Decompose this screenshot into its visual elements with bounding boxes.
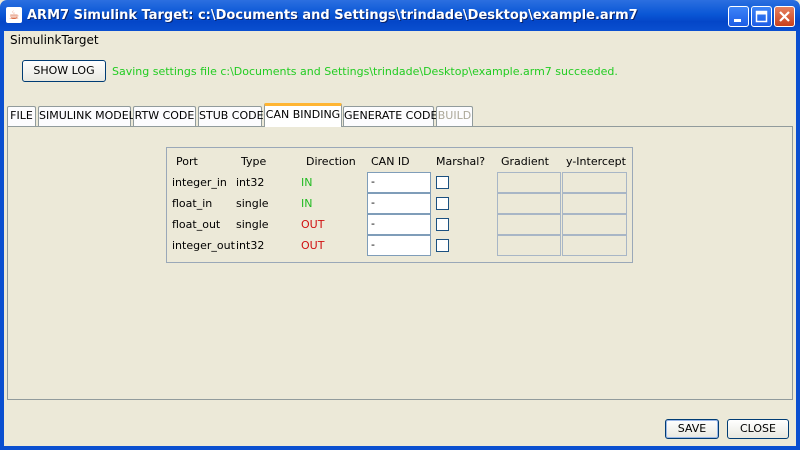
port-direction: OUT [301, 239, 325, 252]
marshal-checkbox[interactable] [436, 239, 449, 252]
y-intercept-field [562, 235, 627, 256]
y-intercept-field [562, 214, 627, 235]
tab-file[interactable]: FILE [7, 106, 36, 126]
tab-stub-code[interactable]: STUB CODE [198, 106, 264, 126]
can-id-field[interactable]: - [367, 172, 431, 193]
java-cup-icon[interactable]: ☕ [6, 7, 22, 23]
port-type: int32 [236, 176, 265, 189]
header-gradient: Gradient [501, 155, 549, 168]
save-button[interactable]: SAVE [665, 419, 719, 439]
marshal-checkbox[interactable] [436, 176, 449, 189]
y-intercept-field [562, 172, 627, 193]
marshal-checkbox[interactable] [436, 218, 449, 231]
header-direction: Direction [306, 155, 356, 168]
can-id-field[interactable]: - [367, 235, 431, 256]
can-id-field[interactable]: - [367, 214, 431, 235]
header-y-intercept: y-Intercept [566, 155, 626, 168]
port-name: float_out [172, 218, 221, 231]
header-type: Type [241, 155, 267, 168]
close-icon [779, 11, 790, 22]
port-type: single [236, 218, 269, 231]
port-type: int32 [236, 239, 265, 252]
maximize-icon [755, 10, 768, 23]
close-window-button[interactable] [774, 6, 795, 27]
port-direction: IN [301, 197, 313, 210]
menu-simulinktarget[interactable]: SimulinkTarget [10, 33, 99, 47]
tab-generate-code[interactable]: GENERATE CODE [343, 106, 437, 126]
port-name: integer_in [172, 176, 227, 189]
gradient-field [497, 235, 561, 256]
status-message: Saving settings file c:\Documents and Se… [112, 65, 618, 78]
gradient-field [497, 193, 561, 214]
can-id-field[interactable]: - [367, 193, 431, 214]
show-log-button[interactable]: SHOW LOG [22, 60, 106, 82]
port-direction: IN [301, 176, 313, 189]
header-marshal: Marshal? [436, 155, 486, 168]
port-name: integer_out [172, 239, 235, 252]
maximize-button[interactable] [751, 6, 772, 27]
header-port: Port [176, 155, 198, 168]
title-bar: ☕ ARM7 Simulink Target: c:\Documents and… [0, 0, 800, 31]
port-type: single [236, 197, 269, 210]
port-direction: OUT [301, 218, 325, 231]
tab-can-binding[interactable]: CAN BINDING [264, 103, 342, 127]
port-name: float_in [172, 197, 213, 210]
tab-build: BUILD [436, 106, 473, 126]
window-frame-left [0, 31, 4, 450]
window-frame-right [796, 31, 800, 450]
window-frame-bottom [0, 446, 800, 450]
marshal-checkbox[interactable] [436, 197, 449, 210]
close-button[interactable]: CLOSE [727, 419, 789, 439]
minimize-icon [734, 19, 741, 22]
menu-bar: SimulinkTarget [4, 31, 796, 50]
gradient-field [497, 172, 561, 193]
y-intercept-field [562, 193, 627, 214]
tab-simulink-model[interactable]: SIMULINK MODEL [38, 106, 135, 126]
tab-rtw-code[interactable]: RTW CODE [133, 106, 196, 126]
minimize-button[interactable] [728, 6, 749, 27]
window-title: ARM7 Simulink Target: c:\Documents and S… [27, 8, 638, 23]
gradient-field [497, 214, 561, 235]
header-can-id: CAN ID [371, 155, 410, 168]
